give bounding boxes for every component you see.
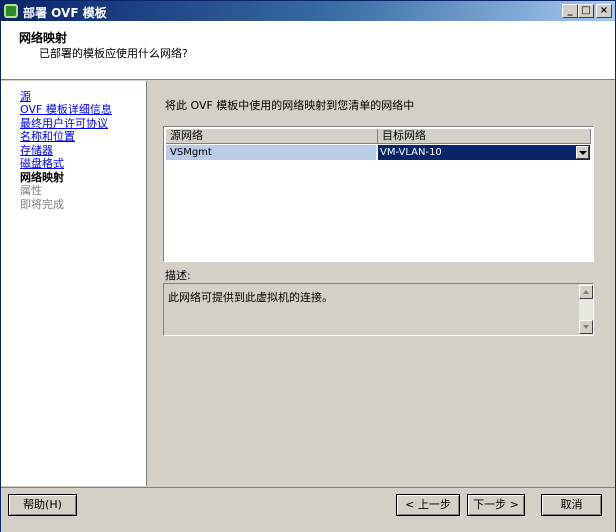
page-title: 网络映射 <box>19 31 68 45</box>
instruction-text: 将此 OVF 模板中使用的网络映射到您清单的网络中 <box>165 99 415 112</box>
description-label: 描述: <box>165 269 191 282</box>
main-content: 将此 OVF 模板中使用的网络映射到您清单的网络中 源网络 目标网络 VSMgm… <box>148 81 615 486</box>
next-button[interactable]: 下一步 > <box>467 494 525 516</box>
description-text: 此网络可提供到此虚拟机的连接。 <box>168 291 333 304</box>
window-title: 部署 OVF 模板 <box>23 6 107 20</box>
description-scrollbar[interactable] <box>579 284 593 335</box>
wizard-footer: 帮助(H) < 上一步 下一步 > 取消 <box>1 487 615 532</box>
title-bar: 部署 OVF 模板 _ □ × <box>1 1 615 21</box>
destination-network-value: VM-VLAN-10 <box>380 147 442 158</box>
help-button[interactable]: 帮助(H) <box>8 494 77 516</box>
column-header-source[interactable]: 源网络 <box>166 129 378 144</box>
scroll-up-button[interactable] <box>579 285 593 299</box>
dropdown-button[interactable] <box>576 146 589 159</box>
minimize-button[interactable]: _ <box>562 4 578 18</box>
wizard-header: 网络映射 已部署的模板应使用什么网络? <box>1 21 615 80</box>
dropdown-arrow-icon <box>579 151 587 155</box>
maximize-button[interactable]: □ <box>578 4 594 18</box>
scroll-up-icon <box>583 290 589 294</box>
source-network-cell[interactable]: VSMgmt <box>166 145 376 160</box>
cancel-button[interactable]: 取消 <box>541 494 602 516</box>
app-icon <box>4 4 18 18</box>
scroll-down-icon <box>583 325 589 329</box>
destination-network-dropdown[interactable]: VM-VLAN-10 <box>378 145 590 160</box>
step-ready-to-complete: 即将完成 <box>20 198 64 211</box>
scroll-down-button[interactable] <box>579 320 593 334</box>
deploy-ovf-window: 部署 OVF 模板 _ □ × 网络映射 已部署的模板应使用什么网络? 源 OV… <box>0 0 616 532</box>
column-header-destination[interactable]: 目标网络 <box>378 129 591 144</box>
description-box: 此网络可提供到此虚拟机的连接。 <box>163 283 594 336</box>
back-button[interactable]: < 上一步 <box>396 494 460 516</box>
close-button[interactable]: × <box>596 4 612 18</box>
wizard-steps: 源 OVF 模板详细信息 最终用户许可协议 名称和位置 存储器 磁盘格式 网络映… <box>1 81 147 486</box>
network-mapping-table: 源网络 目标网络 VSMgmt VM-VLAN-10 <box>163 126 594 262</box>
page-subtitle: 已部署的模板应使用什么网络? <box>39 47 188 60</box>
